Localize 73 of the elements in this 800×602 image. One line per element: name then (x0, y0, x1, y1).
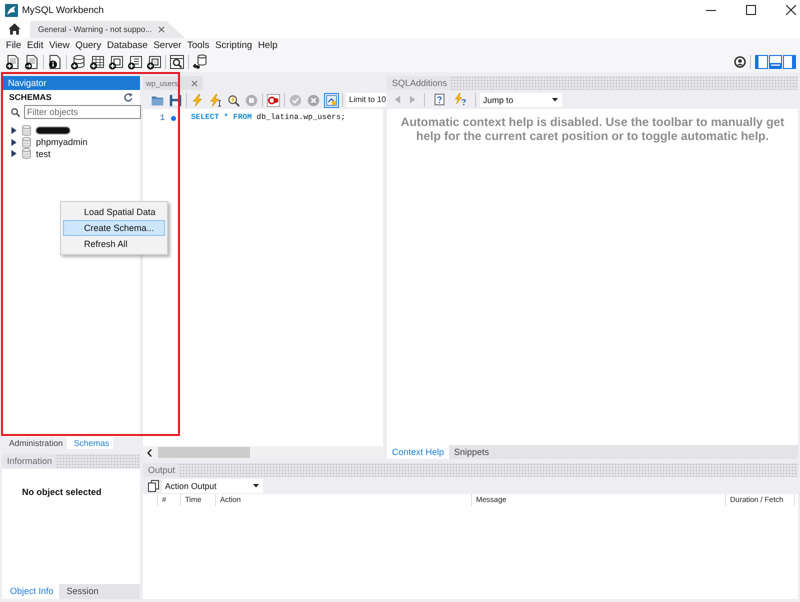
autocommit-icon[interactable] (324, 92, 339, 108)
jump-to-dropdown[interactable]: Jump to (480, 92, 562, 106)
table-search-icon[interactable] (169, 54, 185, 70)
procedure-add-icon[interactable] (127, 54, 143, 70)
menu-item[interactable]: Server (150, 38, 184, 52)
panel-tab[interactable]: Object Info (2, 584, 59, 599)
info-message: No object selected (22, 487, 103, 497)
database-icon (22, 148, 31, 160)
limit-dropdown[interactable]: Limit to 10 (346, 93, 386, 107)
output-type-dropdown[interactable]: Action Output (162, 478, 263, 492)
panel-tab[interactable]: Schemas (66, 437, 114, 449)
info-icon[interactable] (47, 54, 63, 70)
close-icon[interactable] (786, 5, 796, 15)
sql-file-add-icon[interactable] (5, 54, 21, 70)
database-add-icon[interactable] (70, 54, 86, 70)
window-title: MySQL Workbench (22, 4, 104, 16)
panel-title: Information (2, 454, 56, 468)
menu-item[interactable]: Edit (24, 38, 46, 52)
menu-item[interactable]: View (46, 38, 72, 52)
menu-item[interactable]: Database (104, 38, 151, 52)
help-page-icon[interactable] (433, 93, 446, 106)
menu-item[interactable]: Create Schema... (63, 220, 165, 236)
view-add-icon[interactable] (108, 54, 124, 70)
scrollbar-thumb[interactable] (158, 447, 250, 458)
expand-arrow-icon[interactable] (11, 138, 17, 146)
schema-label[interactable]: test (36, 148, 51, 159)
scroll-left-icon[interactable] (147, 448, 152, 456)
user-circle-icon[interactable] (734, 56, 746, 68)
right-panel-toggle-icon[interactable] (783, 55, 796, 69)
caret-icon (552, 98, 558, 102)
bottom-panel-toggle-icon[interactable] (769, 55, 782, 69)
home-icon[interactable] (8, 23, 21, 35)
error-toggle-icon[interactable] (266, 92, 281, 108)
redaction-scribble (36, 127, 70, 134)
refresh-icon[interactable] (124, 92, 133, 102)
function-add-icon[interactable] (146, 54, 162, 70)
statement-dot-icon (171, 116, 176, 120)
expand-arrow-icon[interactable] (11, 150, 17, 158)
panel-tab[interactable]: Snippets (449, 445, 494, 459)
left-panel-toggle-icon[interactable] (755, 55, 768, 69)
panel-title: Output (143, 463, 178, 477)
stacked-pages-icon[interactable] (148, 480, 159, 492)
sql-file-open-icon[interactable] (24, 54, 40, 70)
menu-item[interactable]: Load Spatial Data (63, 204, 165, 220)
database-icon (22, 136, 31, 148)
menu-item[interactable]: File (3, 38, 24, 52)
database-icon (22, 125, 31, 136)
menu-item[interactable]: Query (72, 38, 104, 52)
magnifier-icon[interactable] (226, 92, 241, 108)
database-plug-icon[interactable] (192, 54, 208, 70)
menu-item[interactable]: Refresh All (63, 236, 165, 252)
table-add-icon[interactable] (89, 54, 105, 70)
panel-tab[interactable]: Session (58, 584, 104, 599)
auto-help-icon[interactable] (454, 93, 467, 106)
line-number: 1 (158, 113, 165, 123)
connection-tab[interactable]: General - Warning - not suppo... (30, 21, 185, 38)
panel-tab[interactable]: Context Help (387, 445, 450, 459)
maximize-icon[interactable] (746, 5, 756, 15)
search-icon (11, 108, 20, 116)
menu-item[interactable]: Tools (184, 38, 212, 52)
lightning-cursor-icon[interactable] (208, 92, 223, 108)
app-logo-icon (5, 4, 18, 16)
expand-arrow-icon[interactable] (11, 127, 17, 134)
menu-item[interactable]: Scripting (212, 38, 256, 52)
menu-item[interactable]: Help (255, 38, 280, 52)
panel-tab[interactable]: Administration (2, 437, 67, 449)
navigator-header: Navigator (2, 76, 140, 90)
caret-icon (253, 484, 259, 488)
help-message: Automatic context help is disabled. Use the toolbar to manually get help for the current caret position or to toggle automatic help. (400, 115, 786, 143)
section-title: SCHEMAS (9, 92, 52, 102)
schema-label[interactable]: phpmyadmin (36, 137, 88, 148)
filter-field[interactable]: Filter objects (24, 105, 141, 119)
panel-title: SQLAdditions (387, 76, 450, 90)
